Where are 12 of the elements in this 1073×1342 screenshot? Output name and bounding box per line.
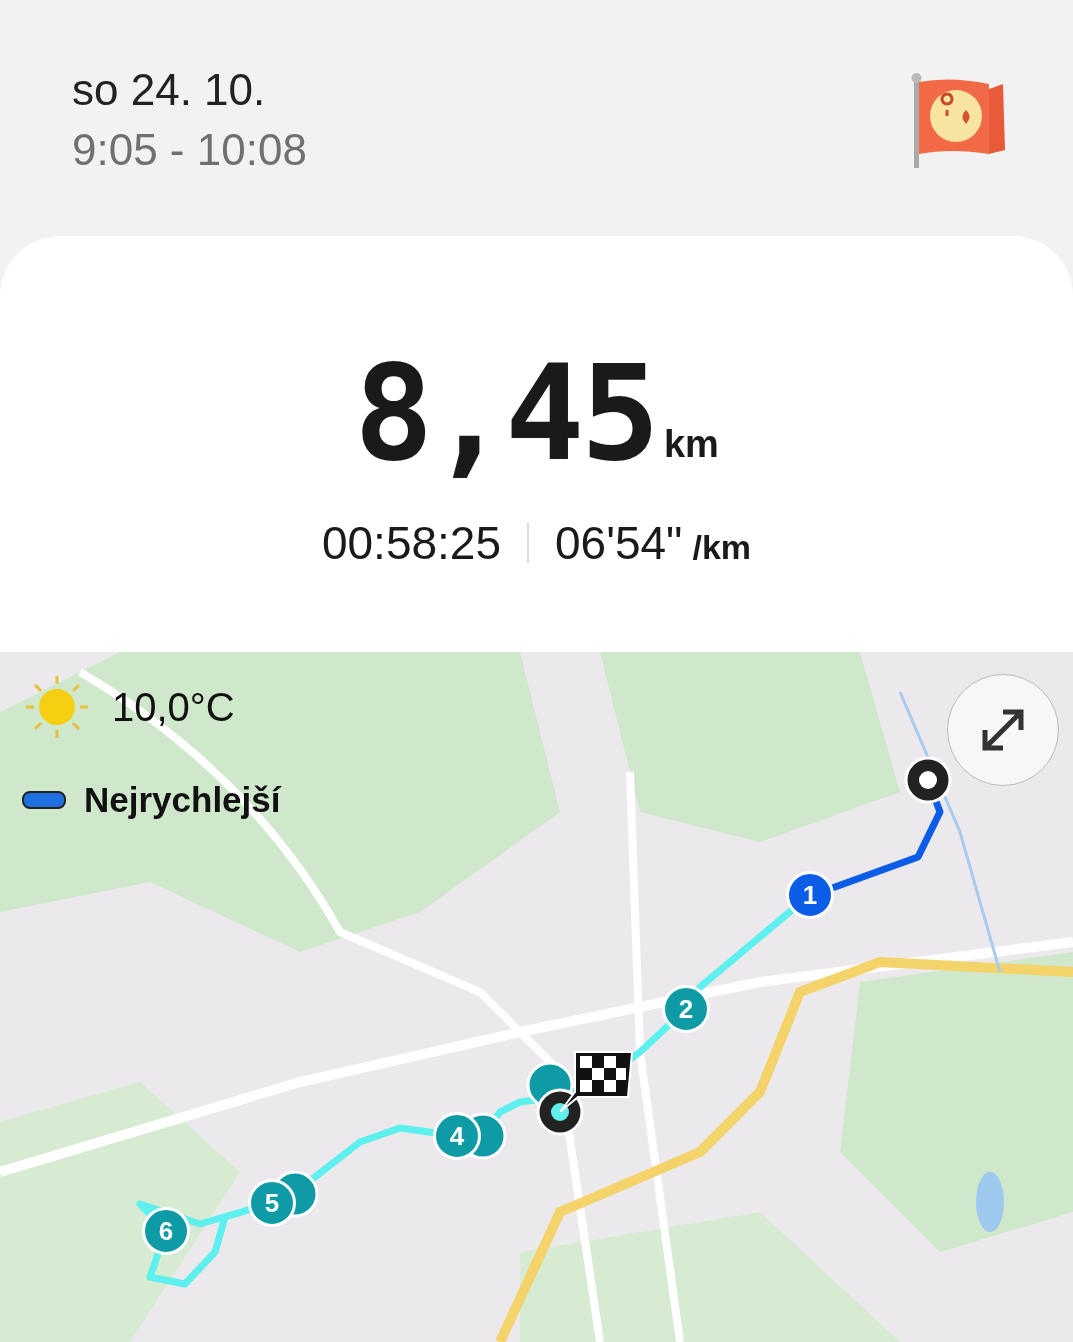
pace-unit: /km [692,528,752,567]
distance-unit: km [664,423,719,466]
legend-label: Nejrychlejší [84,780,281,820]
time-range-label: 9:05 - 10:08 [72,124,307,176]
distance-value: 8,45 [354,348,656,478]
finish-flag-icon [536,1051,634,1136]
start-marker-icon [904,756,952,804]
sun-icon [24,674,90,740]
date-label: so 24. 10. [72,64,267,116]
temperature-label: 10,0°C [112,684,235,730]
duration-value: 00:58:25 [321,516,501,570]
pace-value: 06'54" [555,516,683,570]
